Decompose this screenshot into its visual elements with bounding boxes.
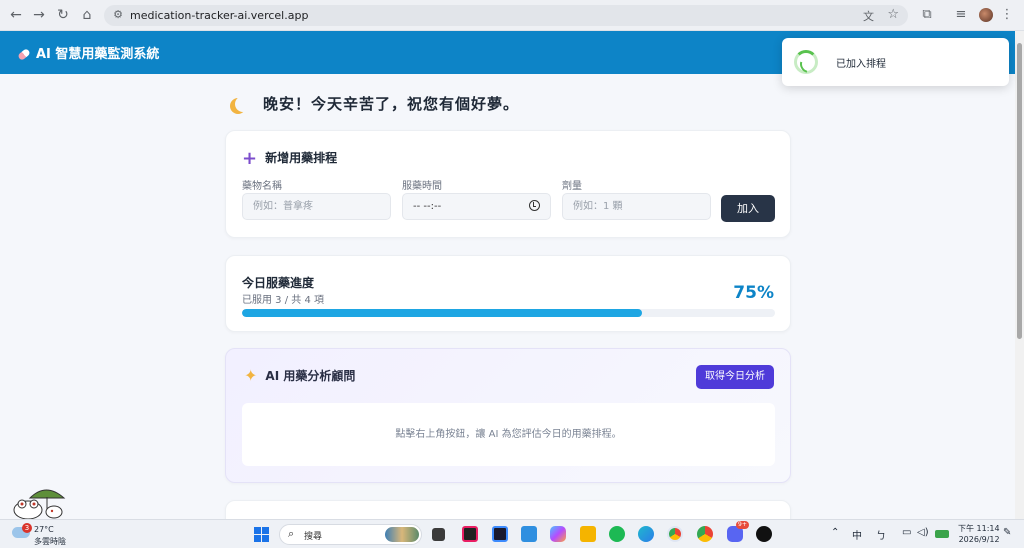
add-medication-title-text: 新增用藥排程 [265,151,338,165]
ime-indicator[interactable]: 中 [852,527,862,542]
toast-message: 已加入排程 [836,59,886,70]
ide-icon[interactable] [492,526,508,542]
progress-bar [242,309,775,317]
ai-analysis-output: 點擊右上角按鈕，讓 AI 為您評估今日的用藥排程。 [242,403,775,466]
edge-icon[interactable] [638,526,654,542]
chrome-icon[interactable] [667,526,683,542]
start-square [254,527,261,534]
ai-advisor-card: ✦ AI 用藥分析顧問 取得今日分析 點擊右上角按鈕，讓 AI 為您評估今日的用藥… [225,348,791,483]
weather-widget[interactable]: 3 27°C 多雲時陰 [12,523,70,547]
remote-desktop-icon[interactable] [521,526,537,542]
url-text[interactable]: medication-tracker-ai.vercel.app [130,8,308,23]
app-title: AI 智慧用藥監測系統 [17,43,160,62]
weather-badge: 3 [22,523,32,533]
toast-notification: 已加入排程 [782,38,1009,86]
greeting: 晚安！今天辛苦了，祝您有個好夢。 [229,93,519,114]
add-button[interactable]: 加入 [721,195,775,222]
start-square [262,535,269,542]
search-label: 搜尋 [304,532,323,542]
ai-advisor-title-text: AI 用藥分析顧問 [265,369,356,383]
battery-icon[interactable] [935,530,949,538]
get-analysis-button[interactable]: 取得今日分析 [696,365,774,389]
notification-icon[interactable]: ✎ [1003,527,1011,538]
volume-icon[interactable]: ◁) [917,527,929,538]
page-scrollbar[interactable] [1015,31,1024,519]
profile-avatar[interactable] [979,8,993,22]
file-explorer-icon[interactable] [580,526,596,542]
time-input[interactable]: -- --:-- [402,193,551,220]
temperature: 27°C [34,525,54,534]
med-name-input[interactable]: 例如：普拿疼 [242,193,391,220]
app-title-text: AI 智慧用藥監測系統 [36,47,160,62]
progress-card: 今日服藥進度 已服用 3 / 共 4 項 75% [225,255,791,332]
ai-advisor-title: ✦ AI 用藥分析顧問 [244,366,355,385]
bookmark-star-icon[interactable]: ☆ [887,7,899,22]
progress-bar-fill [242,309,642,317]
task-view-icon[interactable] [432,528,445,541]
chrome-profile-icon[interactable] [697,526,713,542]
taskbar-search[interactable]: ⌕ 搜尋 [279,524,422,545]
greeting-text: 晚安！今天辛苦了，祝您有個好夢。 [263,95,520,113]
input-mode-icon[interactable]: ㄅ [876,527,886,542]
add-medication-title: + 新增用藥排程 [242,148,338,169]
loading-ring-icon [794,50,818,74]
moon-icon [235,96,251,112]
dose-label: 劑量 [562,181,582,192]
translate-icon[interactable]: 文 [863,8,874,24]
clock-time: 下午 11:14 [958,524,1000,533]
med-name-label: 藥物名稱 [242,181,282,192]
forward-icon[interactable]: → [31,7,47,23]
browser-toolbar: ← → ↻ ⌂ ⚙ medication-tracker-ai.vercel.a… [0,0,1024,31]
discord-badge: 9+ [736,521,749,529]
spotify-icon[interactable] [609,526,625,542]
github-icon[interactable] [756,526,772,542]
jetbrains-icon[interactable] [462,526,478,542]
discord-icon[interactable]: 9+ [727,521,749,542]
clock-date: 2026/9/12 [958,535,1000,544]
sparkle-icon: ✦ [244,366,258,385]
progress-title: 今日服藥進度 [242,276,315,290]
reload-icon[interactable]: ↻ [55,7,71,23]
show-hidden-icons[interactable]: ⌃ [831,527,839,538]
network-icon[interactable]: ▭ [902,527,911,538]
address-bar[interactable]: ⚙ medication-tracker-ai.vercel.app 文 ☆ [104,5,908,26]
menu-icon[interactable]: ⋮ [998,6,1016,24]
windows-start-icon[interactable] [254,527,269,542]
site-settings-icon[interactable]: ⚙ [111,8,125,22]
plus-icon: + [242,148,258,169]
clock-icon[interactable] [529,200,540,211]
dose-input[interactable]: 例如：1 顆 [562,193,711,220]
back-icon[interactable]: ← [8,7,24,23]
search-highlight-image [385,527,419,542]
progress-subtitle: 已服用 3 / 共 4 項 [242,295,324,306]
mascot-image [13,489,66,520]
copilot-icon[interactable] [550,526,566,542]
pill-icon [17,47,31,62]
add-medication-card: + 新增用藥排程 藥物名稱 例如：普拿疼 服藥時間 -- --:-- 劑量 例如：… [225,130,791,238]
start-square [254,535,261,542]
extensions-icon[interactable]: ⧉ [918,6,936,24]
home-icon[interactable]: ⌂ [79,7,95,23]
progress-percent: 75% [733,283,774,303]
weather-condition: 多雲時陰 [34,537,66,546]
search-icon: ⌕ [288,527,295,540]
taskbar: 3 27°C 多雲時陰 ⌕ 搜尋 9+ ⌃ 中 ㄅ ▭ ◁) 下午 11:14 … [0,519,1024,548]
taskbar-clock[interactable]: 下午 11:14 2026/9/12 [958,523,1000,545]
reading-list-icon[interactable]: ≡ [952,6,970,24]
scrollbar-thumb[interactable] [1017,43,1022,339]
start-square [262,527,269,534]
time-input-value: -- --:-- [413,201,442,212]
time-label: 服藥時間 [402,181,442,192]
